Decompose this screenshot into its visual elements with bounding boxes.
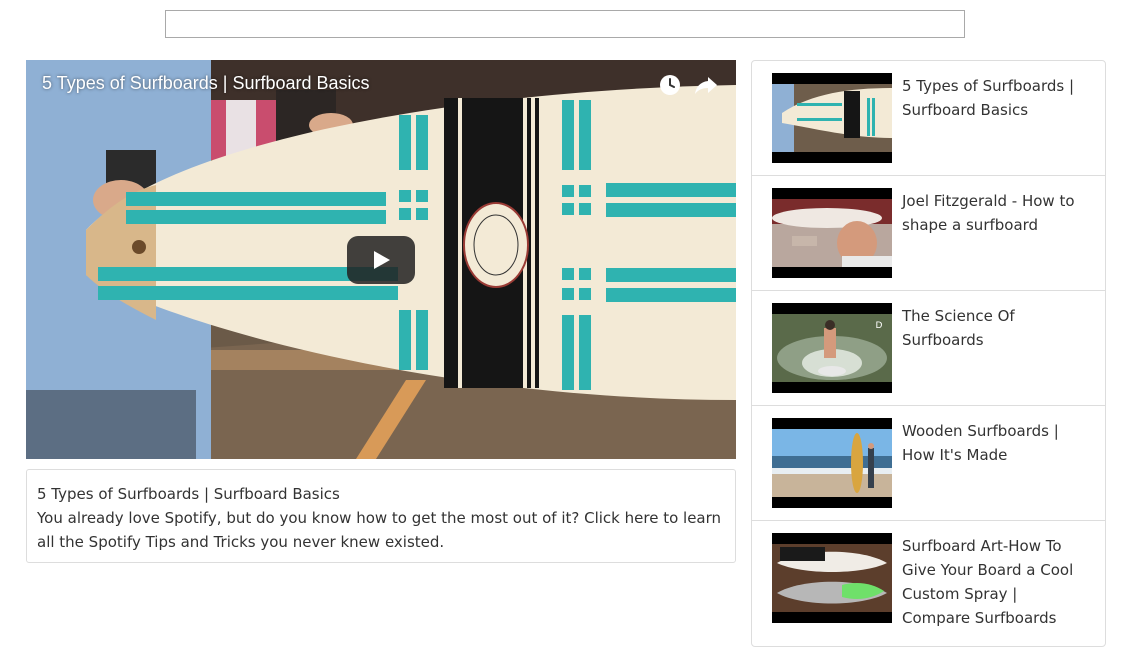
list-item-title[interactable]: Joel Fitzgerald - How to shape a surfboa… [902,189,1087,237]
clock-icon[interactable] [658,73,682,97]
video-thumbnail[interactable] [772,188,892,278]
video-title[interactable]: 5 Types of Surfboards | Surfboard Basics [42,73,370,94]
list-item[interactable]: D The Science Of Surfboards [752,291,1105,406]
description-text: You already love Spotify, but do you kno… [37,509,722,551]
list-item[interactable]: Surfboard Art-How To Give Your Board a C… [752,521,1105,646]
play-button[interactable] [347,236,415,284]
video-thumbnail[interactable] [772,533,892,623]
list-item[interactable]: Wooden Surfboards | How It's Made [752,406,1105,521]
video-thumbnail[interactable] [772,73,892,163]
list-item-title[interactable]: The Science Of Surfboards [902,304,1087,352]
list-item-title[interactable]: 5 Types of Surfboards | Surfboard Basics [902,74,1087,122]
list-item-title[interactable]: Wooden Surfboards | How It's Made [902,419,1087,467]
list-item[interactable]: 5 Types of Surfboards | Surfboard Basics [752,61,1105,176]
list-item[interactable]: Joel Fitzgerald - How to shape a surfboa… [752,176,1105,291]
svg-text:D: D [876,321,883,331]
search-input[interactable] [165,10,965,38]
video-thumbnail[interactable] [772,418,892,508]
list-item-title[interactable]: Surfboard Art-How To Give Your Board a C… [902,534,1087,630]
video-thumbnail[interactable]: D [772,303,892,393]
share-arrow-icon[interactable] [693,73,719,97]
video-player[interactable]: 5 Types of Surfboards | Surfboard Basics [26,60,736,459]
related-videos-list: 5 Types of Surfboards | Surfboard Basics… [751,60,1106,647]
video-description-panel: 5 Types of Surfboards | Surfboard Basics… [26,469,736,563]
description-title: 5 Types of Surfboards | Surfboard Basics [37,485,340,503]
